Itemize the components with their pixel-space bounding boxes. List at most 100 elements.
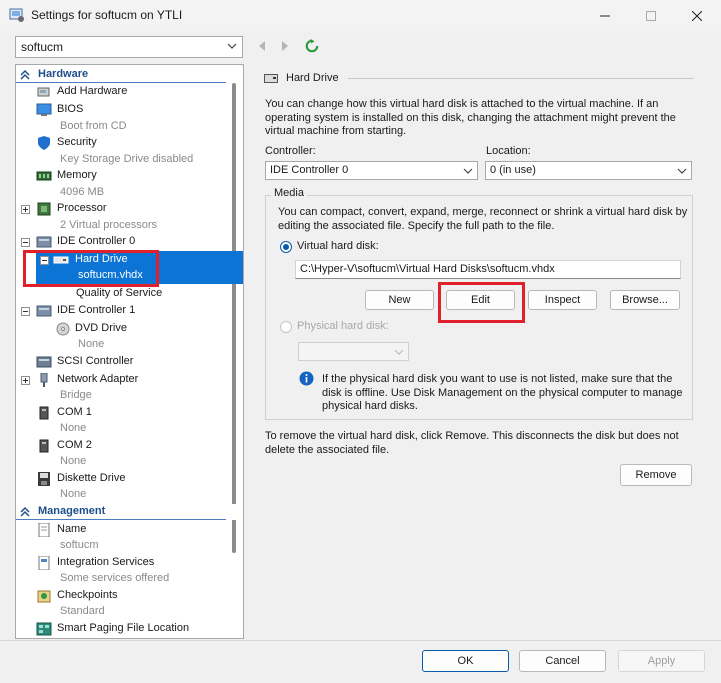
tree-item-smart-paging[interactable]: Smart Paging File Location: [16, 621, 243, 637]
scsi-controller-icon: [36, 356, 52, 368]
close-button[interactable]: [674, 0, 720, 31]
dvd-disc-icon: [56, 322, 70, 336]
new-button[interactable]: New: [365, 290, 434, 310]
tree-item-network-adapter[interactable]: Network Adapter: [16, 372, 243, 388]
tree-item-quality-of-service[interactable]: Quality of Service: [16, 286, 243, 302]
tree-item-security[interactable]: Security: [16, 135, 243, 151]
collapse-chevrons-icon: [20, 506, 30, 517]
virtual-hard-disk-radio[interactable]: [280, 241, 292, 253]
virtual-hard-disk-label: Virtual hard disk:: [297, 240, 379, 252]
location-dropdown[interactable]: 0 (in use): [485, 161, 692, 180]
memory-chip-icon: [36, 171, 52, 181]
chevron-down-icon: [227, 43, 237, 49]
physical-hard-disk-label: Physical hard disk:: [297, 320, 389, 332]
network-adapter-icon: [40, 373, 48, 387]
add-hardware-icon: [37, 87, 50, 97]
back-arrow-icon[interactable]: [255, 38, 269, 54]
com-port-icon: [39, 439, 49, 453]
dialog-footer: OK Cancel Apply: [0, 640, 721, 683]
hard-drive-detail-panel: Hard Drive You can change how this virtu…: [250, 64, 706, 639]
section-divider: [16, 82, 226, 83]
remove-button[interactable]: Remove: [620, 464, 692, 486]
tree-sublabel: None: [60, 455, 87, 467]
name-document-icon: [38, 523, 50, 537]
window-title: Settings for softucm on YTLI: [31, 8, 183, 22]
smart-paging-icon: [36, 622, 52, 636]
tree-item-com1[interactable]: COM 1: [16, 405, 243, 421]
tree-label: DVD Drive: [75, 322, 127, 334]
management-section-header[interactable]: Management: [16, 504, 243, 520]
tree-item-scsi-controller[interactable]: SCSI Controller: [16, 354, 243, 370]
cancel-button[interactable]: Cancel: [519, 650, 606, 672]
tree-item-dvd-drive[interactable]: DVD Drive: [16, 321, 243, 337]
ok-button[interactable]: OK: [422, 650, 509, 672]
intro-text: You can change how this virtual hard dis…: [265, 98, 676, 137]
panel-title: Hard Drive: [286, 72, 339, 84]
chevron-down-icon: [677, 168, 687, 174]
tree-item-diskette-drive[interactable]: Diskette Drive: [16, 471, 243, 487]
tree-label: COM 1: [57, 406, 92, 418]
remove-instructions: To remove the virtual hard disk, click R…: [265, 430, 679, 456]
header-divider: [348, 78, 694, 79]
checkpoints-icon: [37, 590, 51, 603]
tree-label: Integration Services: [57, 556, 155, 568]
tree-item-checkpoints[interactable]: Checkpoints: [16, 588, 243, 604]
hardware-section-header[interactable]: Hardware: [16, 67, 243, 83]
tree-item-ide-controller-0[interactable]: IDE Controller 0: [16, 234, 243, 250]
media-description: You can compact, convert, expand, merge,…: [278, 206, 688, 232]
minimize-icon: [600, 15, 610, 16]
tree-sublabel: Standard: [60, 605, 105, 617]
browse-button[interactable]: Browse...: [610, 290, 680, 310]
tree-item-add-hardware[interactable]: Add Hardware: [16, 84, 243, 100]
title-bar: Settings for softucm on YTLI: [0, 0, 721, 31]
settings-tree[interactable]: Hardware Add Hardware BIOS Boot from CD …: [15, 64, 244, 639]
management-section-label: Management: [38, 505, 106, 517]
chevron-down-icon: [394, 349, 404, 355]
tree-label: Processor: [57, 202, 107, 214]
integration-services-icon: [38, 556, 50, 570]
refresh-icon[interactable]: [305, 38, 319, 54]
info-icon: [299, 371, 314, 386]
controller-dropdown[interactable]: IDE Controller 0: [265, 161, 478, 180]
vm-selector-value: softucm: [21, 40, 64, 54]
tree-label: SCSI Controller: [57, 355, 134, 367]
annotation-highlight-edit: [438, 282, 525, 323]
tree-sublabel: softucm: [60, 539, 99, 551]
chevron-down-icon: [463, 168, 473, 174]
tree-item-com2[interactable]: COM 2: [16, 438, 243, 454]
tree-label: Security: [57, 136, 97, 148]
com-port-icon: [39, 406, 49, 420]
vhd-path-input[interactable]: C:\Hyper-V\softucm\Virtual Hard Disks\so…: [295, 260, 681, 279]
media-group-label: Media: [271, 187, 307, 199]
tree-item-name[interactable]: Name: [16, 522, 243, 538]
tree-sublabel: Key Storage Drive disabled: [60, 153, 194, 165]
tree-label: IDE Controller 1: [57, 304, 136, 316]
apply-button[interactable]: Apply: [618, 650, 705, 672]
minimize-button[interactable]: [582, 0, 628, 31]
physical-disk-info-text: If the physical hard disk you want to us…: [322, 373, 683, 412]
maximize-button[interactable]: [628, 0, 674, 31]
section-divider: [16, 519, 226, 520]
tree-label: Smart Paging File Location: [57, 622, 190, 634]
tree-item-ide-controller-1[interactable]: IDE Controller 1: [16, 303, 243, 319]
physical-hard-disk-radio[interactable]: [280, 321, 292, 333]
tree-sublabel: None: [60, 488, 87, 500]
inspect-button[interactable]: Inspect: [528, 290, 597, 310]
tree-item-processor[interactable]: Processor: [16, 201, 243, 217]
tree-label: BIOS: [57, 103, 84, 115]
vm-selector[interactable]: softucm: [15, 36, 243, 58]
close-icon: [692, 10, 702, 21]
physical-disk-dropdown[interactable]: [298, 342, 409, 361]
tree-sublabel: Some services offered: [60, 572, 170, 584]
tree-item-memory[interactable]: Memory: [16, 168, 243, 184]
tree-label: Checkpoints: [57, 589, 118, 601]
tree-item-bios[interactable]: BIOS: [16, 102, 243, 118]
tree-label: Name: [57, 523, 87, 535]
bios-monitor-icon: [36, 103, 52, 116]
forward-arrow-icon[interactable]: [278, 38, 292, 54]
controller-label: Controller:: [265, 145, 316, 157]
tree-label: Diskette Drive: [57, 472, 126, 484]
tree-item-integration-services[interactable]: Integration Services: [16, 555, 243, 571]
ide-controller-icon: [36, 236, 52, 248]
tree-sublabel: Boot from CD: [60, 120, 127, 132]
